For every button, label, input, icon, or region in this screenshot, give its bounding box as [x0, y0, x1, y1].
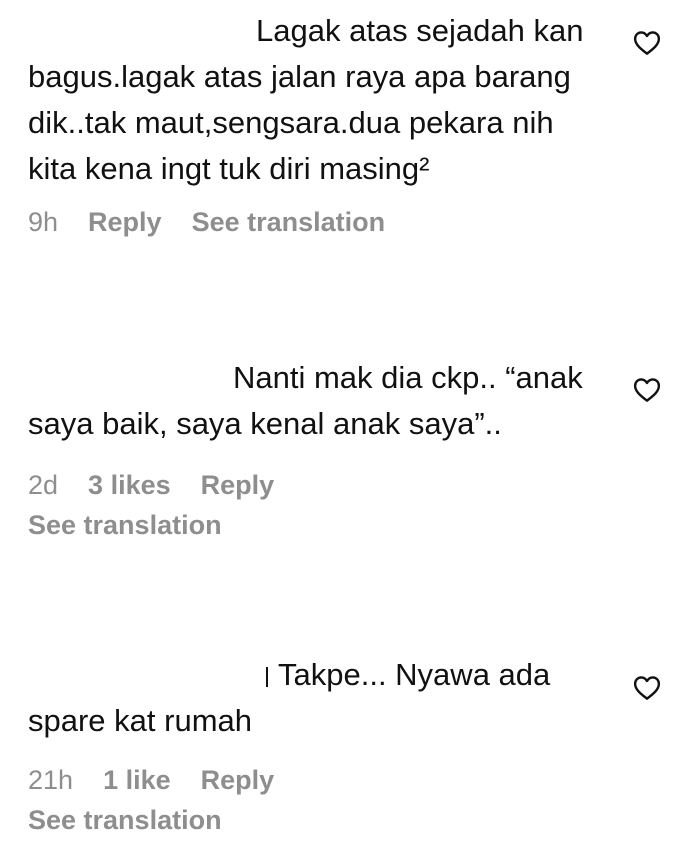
likes-count[interactable]: 1 like	[103, 760, 171, 800]
comment-2: Nanti mak dia ckp.. “anak saya baik, say…	[28, 355, 608, 545]
comment-meta-translation: See translation	[28, 505, 608, 545]
comment-time: 2d	[28, 470, 59, 500]
likes-count[interactable]: 3 likes	[88, 465, 171, 505]
comment-meta: 21h 1 like Reply	[28, 760, 608, 800]
comment-time: 9h	[28, 207, 59, 237]
comment-text: Takpe... Nyawa ada spare kat rumah	[28, 652, 608, 744]
see-translation-button[interactable]: See translation	[28, 505, 222, 545]
reply-button[interactable]: Reply	[201, 760, 275, 800]
comment-body: Nanti mak dia ckp.. “anak saya baik, say…	[28, 360, 583, 441]
see-translation-button[interactable]: See translation	[28, 800, 222, 840]
comment-meta: 9h Reply See translation	[28, 202, 608, 242]
comment-3: Takpe... Nyawa ada spare kat rumah 21h 1 …	[28, 652, 608, 840]
comment-meta: 2d 3 likes Reply	[28, 465, 608, 505]
comment-body: Takpe... Nyawa ada spare kat rumah	[28, 657, 551, 738]
like-heart-icon[interactable]	[632, 673, 662, 703]
comment-time: 21h	[28, 765, 74, 795]
comment-text: Lagak atas sejadah kan bagus.lagak atas …	[28, 8, 608, 192]
reply-button[interactable]: Reply	[88, 202, 162, 242]
see-translation-button[interactable]: See translation	[192, 202, 386, 242]
comment-body: Lagak atas sejadah kan bagus.lagak atas …	[28, 13, 584, 186]
username-fragment	[266, 667, 268, 687]
comment-meta-translation: See translation	[28, 800, 608, 840]
reply-button[interactable]: Reply	[201, 465, 275, 505]
like-heart-icon[interactable]	[632, 28, 662, 58]
comment-1: Lagak atas sejadah kan bagus.lagak atas …	[28, 8, 608, 242]
like-heart-icon[interactable]	[632, 375, 662, 405]
comment-text: Nanti mak dia ckp.. “anak saya baik, say…	[28, 355, 608, 447]
